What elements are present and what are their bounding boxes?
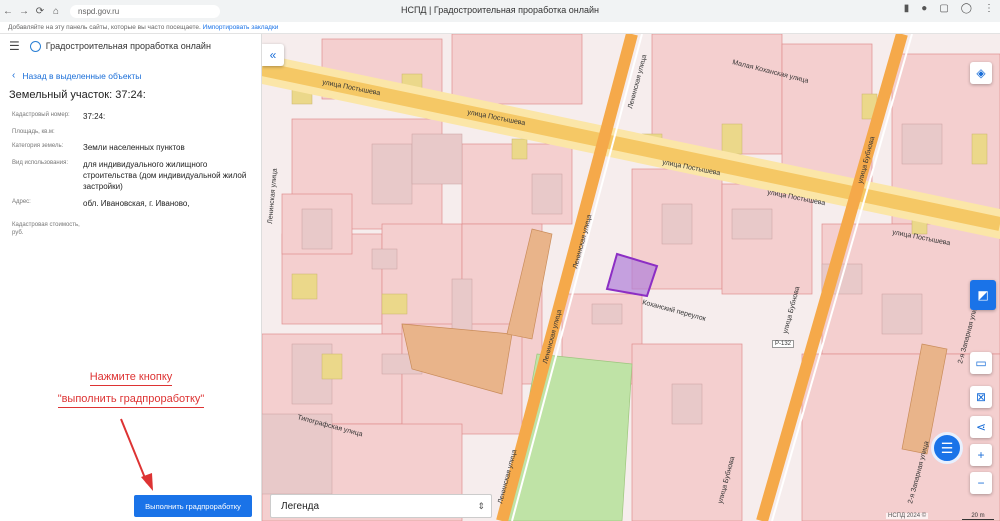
gradprorabotka-tool-icon[interactable]: ◩ — [970, 280, 996, 310]
back-arrow-icon[interactable]: ← — [0, 6, 16, 17]
measure-icon[interactable]: ⊠ — [970, 386, 992, 408]
legend-select[interactable]: Легенда ⇕ — [270, 494, 492, 518]
home-icon[interactable]: ⌂ — [48, 6, 64, 17]
chevron-left-icon: ‹ — [12, 70, 16, 81]
forward-arrow-icon[interactable]: → — [16, 6, 32, 17]
zoom-in-icon[interactable]: + — [970, 444, 992, 466]
layers-icon[interactable]: ◈ — [970, 62, 992, 84]
annotation-line-1: Нажмите кнопку — [0, 371, 262, 386]
road-badge: Р-132 — [772, 340, 795, 348]
property-row: Кадастровая стоимость, руб. — [12, 221, 261, 237]
run-gradprorabotka-button[interactable]: Выполнить градпроработку — [134, 495, 252, 517]
property-value: обл. Ивановская, г. Иваново, — [83, 199, 190, 208]
bookmarks-prompt: Добавляйте на эту панель сайты, которые … — [8, 24, 201, 31]
property-row: Вид использования: для индивидуального ж… — [12, 159, 261, 192]
browser-toolbar: ← → ⟳ ⌂ nspd.gov.ru НСПД | Градостроител… — [0, 0, 1000, 22]
annotation-line-2: "выполнить градпроработку" — [0, 393, 262, 408]
hamburger-menu-icon[interactable]: ☰ — [9, 39, 20, 53]
profile-icon[interactable]: ◯ — [961, 3, 972, 14]
copyright: НСПД 2024 © — [886, 513, 929, 519]
sidebar-header: ☰ Градостроительная проработка онлайн — [0, 34, 261, 58]
extension-icon[interactable]: ● — [921, 3, 927, 14]
property-value — [83, 221, 253, 237]
reload-icon[interactable]: ⟳ — [32, 6, 48, 17]
address-bar[interactable]: nspd.gov.ru — [70, 4, 220, 18]
parcel-title: Земельный участок: 37:24: — [9, 89, 146, 101]
back-link-label: Назад в выделенные объекты — [22, 70, 142, 81]
import-bookmarks-link[interactable]: Импортировать закладки — [203, 24, 279, 31]
annotation-arrow-icon — [120, 418, 153, 491]
property-row: Адрес: обл. Ивановская, г. Иваново, — [12, 198, 261, 209]
property-label: Категория земель: — [12, 143, 64, 149]
property-label: Вид использования: — [12, 160, 69, 166]
chevron-updown-icon: ⇕ — [477, 500, 485, 511]
property-label: Кадастровая стоимость, руб. — [12, 222, 80, 236]
property-label: Площадь, кв.м: — [12, 129, 55, 135]
property-value: для индивидуального жилищного строительс… — [83, 160, 247, 191]
map-view[interactable]: улица Постышева улица Постышева улица По… — [262, 34, 1000, 521]
app-title: Градостроительная проработка онлайн — [45, 41, 211, 51]
property-value: 37:24: — [83, 112, 106, 121]
scale-bar: 20 m — [962, 513, 994, 520]
bookmark-icon[interactable]: ▮ — [904, 3, 910, 14]
zoom-out-icon[interactable]: − — [970, 472, 992, 494]
property-value — [83, 128, 253, 136]
chat-icon[interactable]: ☰ — [931, 432, 963, 464]
property-row: Категория земель: Земли населенных пункт… — [12, 142, 261, 153]
back-to-selected-link[interactable]: ‹ Назад в выделенные объекты — [0, 70, 261, 81]
screenshot-icon[interactable]: ▢ — [939, 3, 948, 14]
menu-icon[interactable]: ⋮ — [984, 3, 994, 14]
parcel-properties: Кадастровый номер: 37:24: Площадь, кв.м:… — [0, 111, 261, 237]
screen-icon[interactable]: ▭ — [970, 352, 992, 374]
logo-icon — [29, 40, 41, 52]
property-label: Кадастровый номер: — [12, 112, 70, 118]
property-row: Кадастровый номер: 37:24: — [12, 111, 261, 122]
share-icon[interactable]: ⋖ — [970, 416, 992, 438]
property-row: Площадь, кв.м: — [12, 128, 261, 136]
collapse-sidebar-icon[interactable]: « — [262, 44, 284, 66]
map-canvas[interactable]: улица Постышева улица Постышева улица По… — [262, 34, 1000, 521]
property-value: Земли населенных пунктов — [83, 143, 185, 152]
bookmarks-bar: Добавляйте на эту панель сайты, которые … — [0, 22, 1000, 34]
property-label: Адрес: — [12, 199, 31, 205]
legend-label: Легенда — [281, 500, 320, 512]
